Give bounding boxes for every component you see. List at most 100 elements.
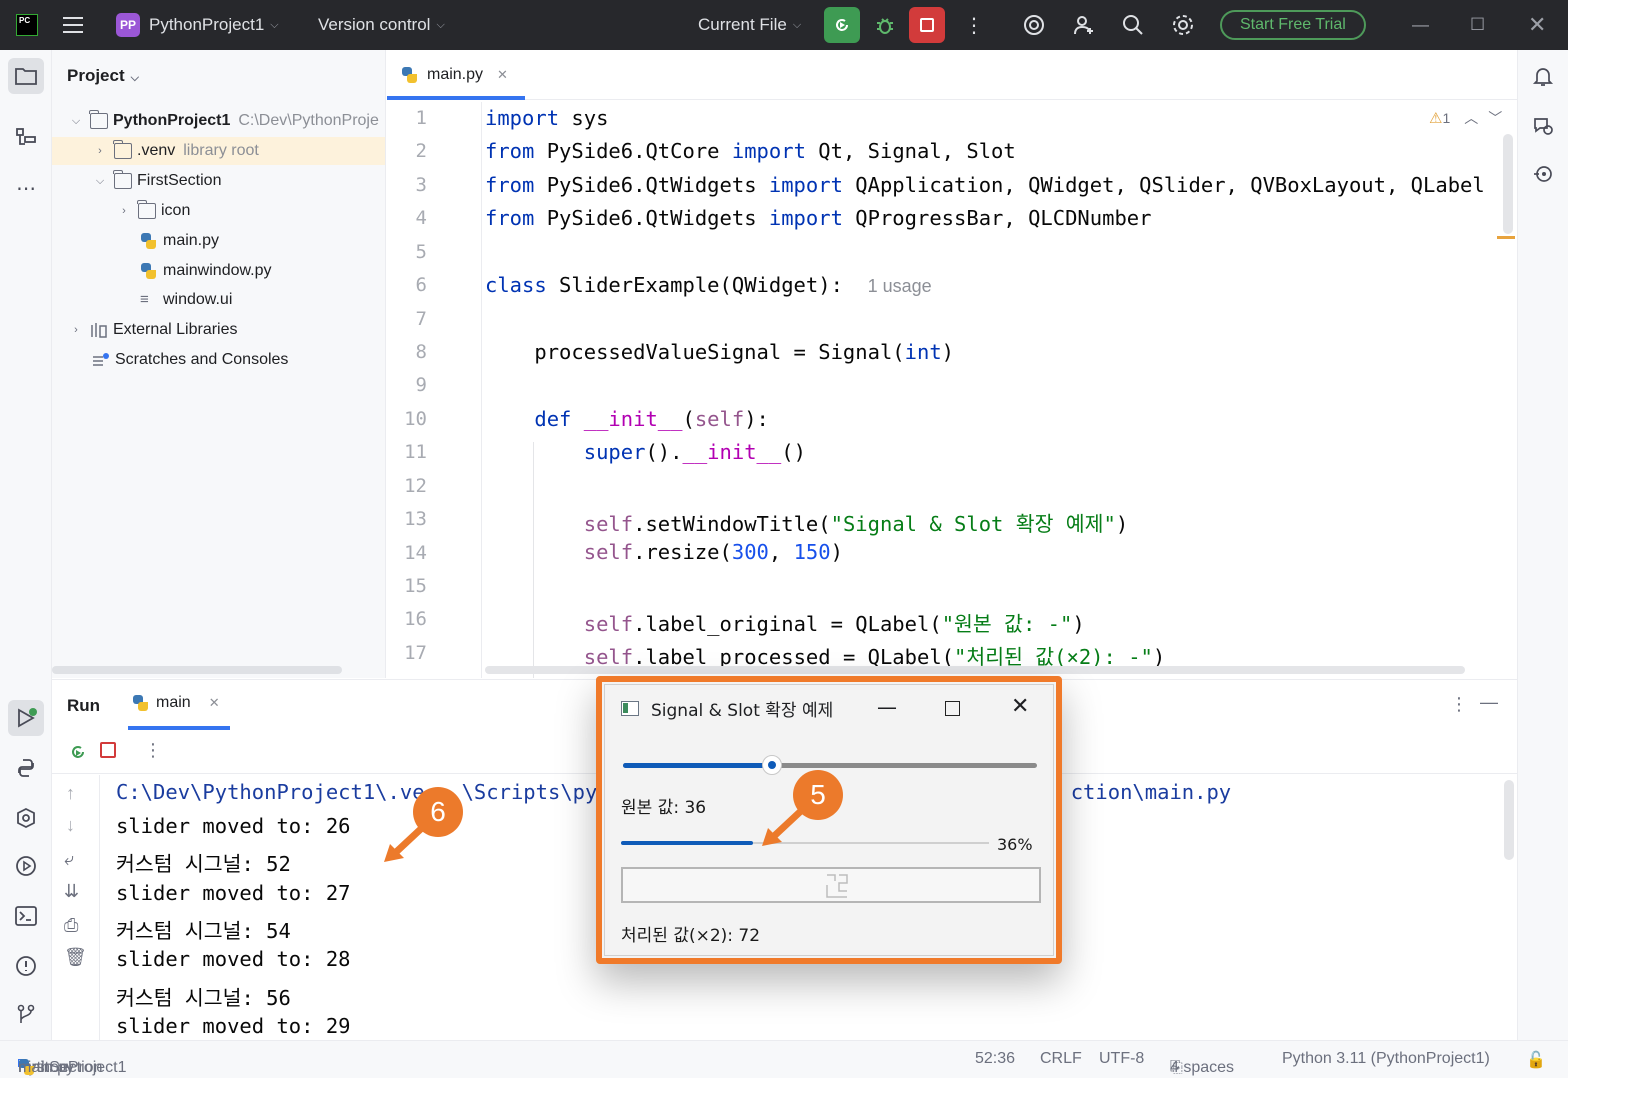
chevron-down-icon: ⌵ xyxy=(436,18,445,31)
run-tool-icon[interactable] xyxy=(8,700,44,736)
line-number: 10 xyxy=(404,408,427,430)
stop-icon[interactable] xyxy=(100,742,116,758)
tree-item-venv[interactable]: › .venv library root xyxy=(52,137,385,165)
line-number: 6 xyxy=(415,274,427,296)
tree-item-window-ui[interactable]: ≡ window.ui xyxy=(52,286,385,314)
run-side-toolbar: ↑ ↓ ⤶ ⇊ ⎙ 🗑 xyxy=(52,775,100,1040)
project-panel: Project ⌵ ⌵ PythonProject1 C:\Dev\PythonP… xyxy=(52,50,386,678)
usage-hint[interactable]: 1 usage xyxy=(868,276,932,296)
search-icon[interactable] xyxy=(1122,0,1144,50)
chevron-down-icon: ⌵ xyxy=(270,18,279,31)
line-number: 3 xyxy=(415,174,427,196)
close-button[interactable]: ✕ xyxy=(1011,694,1029,719)
debug-icon[interactable] xyxy=(874,0,896,50)
rerun-icon[interactable] xyxy=(68,742,88,767)
more-icon[interactable]: ⋮ xyxy=(144,740,162,761)
version-control-menu[interactable]: Version control ⌵ xyxy=(318,0,445,50)
minimize-window-button[interactable]: — xyxy=(1412,0,1429,50)
warning-stripe-marker[interactable] xyxy=(1497,236,1515,239)
notifications-bell-icon[interactable] xyxy=(1525,58,1561,94)
services-play-icon[interactable] xyxy=(8,848,44,884)
python-packages-icon[interactable] xyxy=(8,750,44,786)
tree-item-external-libraries[interactable]: › External Libraries xyxy=(52,316,385,344)
chevron-right-icon: › xyxy=(74,324,78,336)
ai-chat-icon[interactable] xyxy=(1525,108,1561,144)
code-line: from PySide6.QtWidgets import QApplicati… xyxy=(485,173,1485,197)
app-window-title: Signal & Slot 확장 예제 xyxy=(651,700,834,721)
line-number: 7 xyxy=(415,308,427,330)
close-window-button[interactable]: ✕ xyxy=(1528,0,1546,50)
main-menu-icon[interactable] xyxy=(62,0,84,50)
tree-item-main-py[interactable]: main.py xyxy=(52,227,385,255)
tab-main-py[interactable]: main.py ✕ xyxy=(387,50,525,100)
vertical-scrollbar[interactable] xyxy=(1503,134,1513,234)
line-number: 4 xyxy=(415,207,427,229)
options-icon[interactable]: ⋮ xyxy=(1450,694,1468,715)
code-line: def __init__(self): xyxy=(534,407,769,431)
lcd-number xyxy=(621,867,1041,903)
tree-item-scratches[interactable]: Scratches and Consoles xyxy=(52,346,385,374)
tree-item-firstsection[interactable]: ⌵ FirstSection xyxy=(52,167,385,195)
horizontal-scrollbar[interactable] xyxy=(52,666,342,674)
horizontal-scrollbar[interactable] xyxy=(485,666,1465,674)
gear-icon[interactable] xyxy=(1171,0,1195,50)
minimize-button[interactable]: — xyxy=(877,695,897,719)
soft-wrap-icon[interactable]: ⤶ xyxy=(64,849,74,870)
chevron-down-icon[interactable]: ﹀ xyxy=(1488,108,1502,128)
arrow-down-icon[interactable]: ↓ xyxy=(66,815,75,836)
line-number: 11 xyxy=(404,441,427,463)
lock-icon[interactable]: 🔓 xyxy=(1526,1050,1546,1070)
tree-item-project-root[interactable]: ⌵ PythonProject1 C:\Dev\PythonProje xyxy=(52,107,385,135)
close-tab-icon[interactable]: ✕ xyxy=(497,67,508,83)
console-line: slider moved to: 29 xyxy=(116,1014,351,1038)
maximize-button[interactable] xyxy=(945,701,960,716)
code-line: import sys xyxy=(485,106,609,130)
console-line: slider moved to: 28 xyxy=(116,947,351,971)
services-icon[interactable] xyxy=(8,800,44,836)
rerun-button[interactable] xyxy=(824,0,860,50)
structure-icon[interactable] xyxy=(8,120,44,156)
right-tool-strip xyxy=(1517,50,1568,1040)
project-panel-header[interactable]: Project ⌵ xyxy=(67,66,139,86)
maximize-window-button[interactable]: ☐ xyxy=(1470,0,1485,50)
scroll-to-end-icon[interactable]: ⇊ xyxy=(64,881,79,902)
vertical-scrollbar[interactable] xyxy=(1504,780,1514,860)
hide-panel-icon[interactable]: — xyxy=(1480,692,1498,713)
start-trial-button[interactable]: Start Free Trial xyxy=(1220,0,1366,50)
inspection-widget[interactable]: ⚠ 1 ︿ ﹀ xyxy=(1429,108,1502,128)
run-config-selector[interactable]: Current File ⌵ xyxy=(698,0,801,50)
add-user-icon[interactable] xyxy=(1072,0,1096,50)
chevron-up-icon[interactable]: ︿ xyxy=(1464,108,1478,128)
project-switcher[interactable]: PP PythonProject1 ⌵ xyxy=(116,0,279,50)
arrow-up-icon[interactable]: ↑ xyxy=(66,783,75,804)
slider-handle[interactable] xyxy=(762,755,783,775)
git-branch-icon[interactable] xyxy=(8,996,44,1032)
ui-file-icon: ≡ xyxy=(140,291,149,308)
more-actions-icon[interactable]: ⋮ xyxy=(964,0,984,50)
print-icon[interactable]: ⎙ xyxy=(64,915,78,936)
console-line: 커스텀 시그널: 54 xyxy=(116,919,291,943)
stop-button[interactable] xyxy=(909,0,945,50)
folder-icon xyxy=(113,140,132,159)
code-editor: main.py ✕ ⚠ 1 ︿ ﹀ 1 2 3 4 5 6 7 8 9 10 1… xyxy=(387,50,1517,678)
ai-assistant-icon[interactable] xyxy=(1022,0,1046,50)
file-encoding[interactable]: UTF-8 xyxy=(1099,1050,1144,1068)
more-tools-icon[interactable]: ⋯ xyxy=(8,170,44,206)
tree-item-icon-folder[interactable]: › icon xyxy=(52,197,385,225)
tree-item-mainwindow-py[interactable]: mainwindow.py xyxy=(52,257,385,285)
run-tab-main[interactable]: main ✕ xyxy=(132,694,220,712)
python-interpreter[interactable]: Python 3.11 (PythonProject1) xyxy=(1282,1050,1490,1068)
project-tool-folder-icon[interactable] xyxy=(8,58,44,94)
terminal-icon[interactable] xyxy=(8,898,44,934)
breadcrumb-file[interactable]: main.py xyxy=(18,1059,74,1077)
library-icon xyxy=(90,322,108,338)
left-tool-strip: ⋯ xyxy=(0,50,52,1040)
folder-icon xyxy=(113,170,132,189)
line-separator[interactable]: CRLF xyxy=(1040,1050,1082,1068)
close-tab-icon[interactable]: ✕ xyxy=(209,695,220,711)
trash-icon[interactable]: 🗑 xyxy=(64,947,87,968)
endpoint-icon[interactable] xyxy=(1525,156,1561,192)
code-line: super().__init__() xyxy=(583,440,806,464)
cursor-position[interactable]: 52:36 xyxy=(975,1050,1015,1068)
problems-icon[interactable] xyxy=(8,948,44,984)
